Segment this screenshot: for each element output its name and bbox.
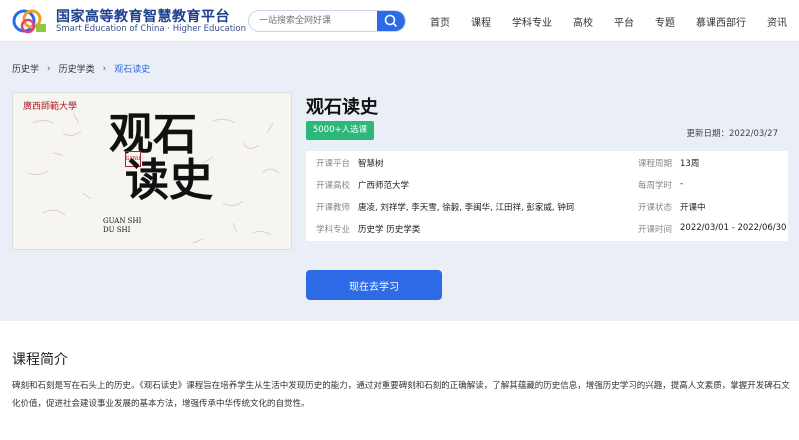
info-row: 学科专业 历史学 历史学类 开课时间 2022/03/01 - 2022/06/… <box>306 217 788 239</box>
intro-text: 碑刻和石刻是写在石头上的历史。《观石读史》课程旨在培养学生从生活中发现历史的能力… <box>12 381 790 409</box>
breadcrumb-item-history[interactable]: 历史学 <box>12 62 39 75</box>
intro-heading: 课程简介 <box>12 352 68 368</box>
search-box <box>248 10 406 32</box>
update-date: 更新日期：2022/03/27 <box>686 129 779 139</box>
breadcrumb-item-history-category[interactable]: 历史学类 <box>59 62 95 75</box>
main-nav: 首页 课程 学科专业 高校 平台 专题 慕课西部行 资讯 <box>430 0 799 42</box>
info-label-cycle: 课程周期 <box>638 159 673 169</box>
info-label-weekly-hours: 每周学时 <box>638 181 673 191</box>
enrollment-badge: 5000+人选课 <box>306 121 374 140</box>
nav-mooc-west[interactable]: 慕课西部行 <box>696 14 746 29</box>
nav-news[interactable]: 资讯 <box>767 14 787 29</box>
nav-disciplines[interactable]: 学科专业 <box>512 14 552 29</box>
top-header: 国家高等教育智慧教育平台 Smart Education of China · … <box>0 0 799 42</box>
info-value-teachers: 唐凌, 刘祥学, 李天雪, 徐毅, 李闽华, 江田祥, 彭家威, 钟珂 <box>358 203 575 213</box>
info-label-status: 开课状态 <box>638 203 673 213</box>
info-value-weekly-hours: - <box>680 179 684 189</box>
info-label-time: 开课时间 <box>638 225 673 235</box>
cover-title-line1: 观石 <box>109 109 197 160</box>
cover-english-title: GUAN SHI DU SHI <box>103 217 141 235</box>
info-value-time: 2022/03/01 - 2022/06/30 <box>680 223 787 233</box>
chevron-right-icon: › <box>47 63 51 74</box>
info-label-school: 开课高校 <box>316 181 351 191</box>
info-value-cycle: 13周 <box>680 159 700 169</box>
info-value-platform: 智慧树 <box>358 159 384 169</box>
cover-title-line2: 读史 <box>125 155 213 206</box>
nav-courses[interactable]: 课程 <box>471 14 491 29</box>
info-row: 开课高校 广西师范大学 每周学时 - <box>306 173 788 195</box>
platform-logo-icon[interactable] <box>12 6 48 36</box>
course-title: 观石读史 <box>306 97 378 118</box>
nav-home[interactable]: 首页 <box>430 14 450 29</box>
info-label-platform: 开课平台 <box>316 159 351 169</box>
nav-universities[interactable]: 高校 <box>573 14 593 29</box>
info-row: 开课平台 智慧树 课程周期 13周 <box>306 151 788 173</box>
platform-name-en: Smart Education of China · Higher Educat… <box>56 24 246 34</box>
info-value-status: 开课中 <box>680 203 706 213</box>
course-hero: 历史学 › 历史学类 › 观石读史 廣西師範大學 观石 GXNU 读史 GUAN… <box>0 43 799 321</box>
info-label-teachers: 开课教师 <box>316 203 351 213</box>
search-icon <box>384 14 397 27</box>
search-input[interactable] <box>259 11 377 31</box>
course-intro-section: 课程简介 碑刻和石刻是写在石头上的历史。《观石读史》课程旨在培养学生从生活中发现… <box>0 321 799 440</box>
info-value-major: 历史学 历史学类 <box>358 225 421 235</box>
cover-en-line1: GUAN SHI <box>103 217 142 225</box>
cover-school-name: 廣西師範大學 <box>23 102 78 112</box>
breadcrumb-item-current: 观石读史 <box>114 65 151 75</box>
breadcrumb: 历史学 › 历史学类 › 观石读史 <box>12 62 151 76</box>
nav-platforms[interactable]: 平台 <box>614 14 634 29</box>
platform-name-cn[interactable]: 国家高等教育智慧教育平台 <box>56 6 230 26</box>
info-row: 开课教师 唐凌, 刘祥学, 李天雪, 徐毅, 李闽华, 江田祥, 彭家威, 钟珂… <box>306 195 788 217</box>
course-cover-image: 廣西師範大學 观石 GXNU 读史 GUAN SHI DU SHI <box>12 92 292 250</box>
course-info-table: 开课平台 智慧树 课程周期 13周 开课高校 广西师范大学 每周学时 - 开课教… <box>306 151 788 241</box>
info-value-school: 广西师范大学 <box>358 181 410 191</box>
info-label-major: 学科专业 <box>316 225 351 235</box>
start-learning-button[interactable]: 现在去学习 <box>306 270 442 300</box>
search-button[interactable] <box>377 11 405 31</box>
chevron-right-icon: › <box>102 63 107 74</box>
cover-en-line2: DU SHI <box>103 226 131 234</box>
nav-topics[interactable]: 专题 <box>655 14 675 29</box>
